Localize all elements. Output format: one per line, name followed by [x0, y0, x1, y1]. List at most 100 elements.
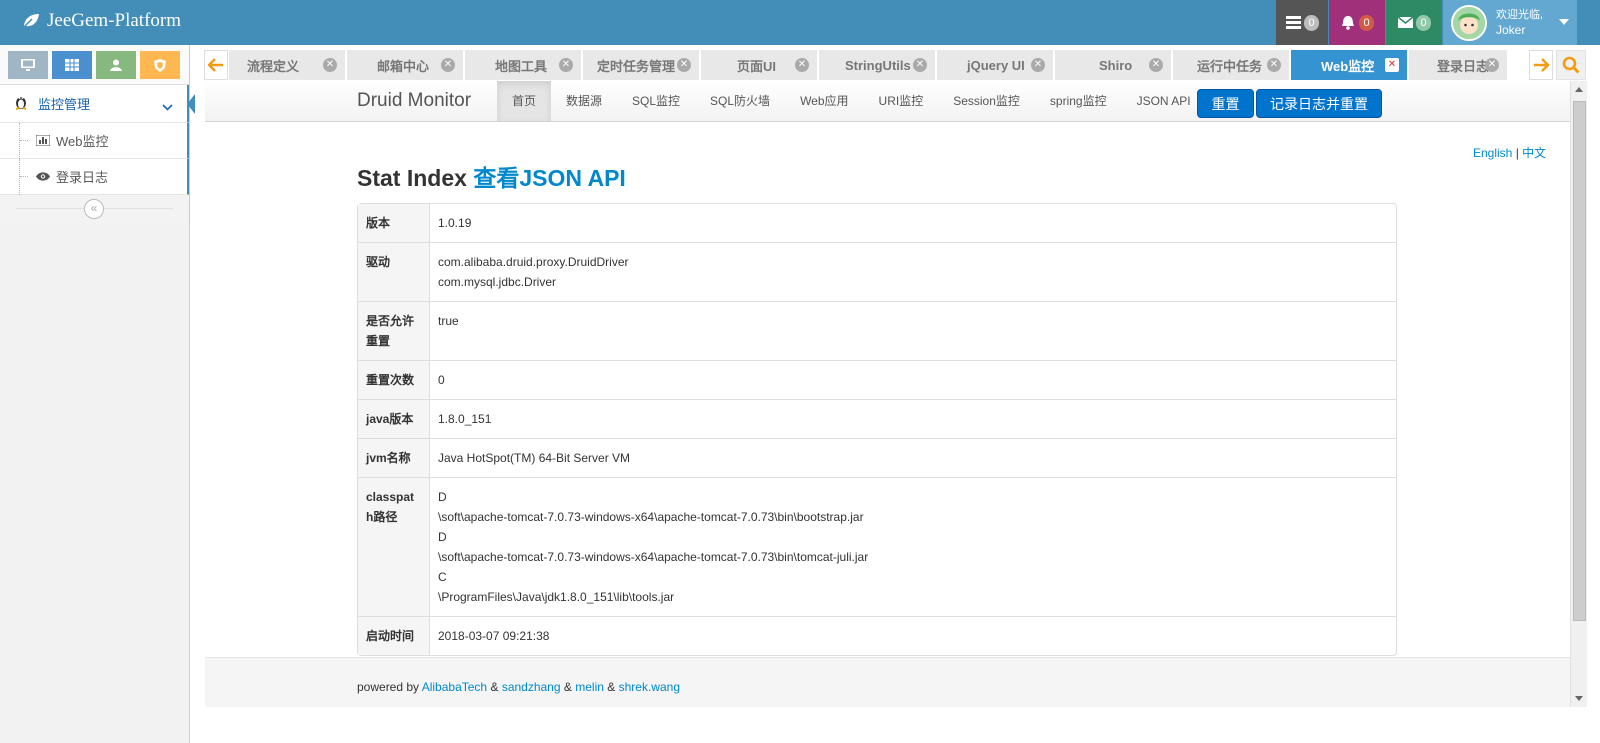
envelope-icon: [1397, 15, 1413, 31]
tab-scheduled-jobs[interactable]: 定时任务管理 ✕: [583, 50, 701, 80]
value-line: 1.8.0_151: [438, 412, 492, 426]
close-icon[interactable]: ✕: [1485, 58, 1499, 72]
tab-running-tasks[interactable]: 运行中任务 ✕: [1173, 50, 1291, 80]
footer-link-shrek[interactable]: shrek.wang: [619, 680, 680, 694]
shortcut-desktop-button[interactable]: [8, 51, 48, 79]
value-line: \soft\apache-tomcat-7.0.73-windows-x64\a…: [438, 550, 869, 564]
footer-link-melin[interactable]: melin: [575, 680, 604, 694]
druid-brand[interactable]: Druid Monitor: [357, 90, 471, 112]
nav-uri-monitor[interactable]: URI监控: [864, 81, 939, 121]
messages-button[interactable]: 0: [1386, 0, 1442, 45]
value-line: true: [438, 314, 459, 328]
desktop-icon: [21, 59, 35, 71]
sidebar-item-web-monitor[interactable]: Web监控: [0, 123, 189, 159]
grid-icon: [65, 59, 79, 71]
scroll-up-icon[interactable]: [1575, 87, 1583, 92]
vertical-scrollbar[interactable]: [1570, 81, 1587, 707]
tab-page-ui[interactable]: 页面UI ✕: [701, 50, 819, 80]
close-icon[interactable]: ✕: [913, 58, 927, 72]
shortcut-user-button[interactable]: [96, 51, 136, 79]
row-value: D \soft\apache-tomcat-7.0.73-windows-x64…: [430, 477, 1396, 616]
nav-sql-monitor[interactable]: SQL监控: [617, 81, 695, 121]
lang-chinese-link[interactable]: 中文: [1522, 146, 1546, 160]
tab-scroll-right-button[interactable]: [1529, 50, 1553, 80]
nav-sql-firewall[interactable]: SQL防火墙: [695, 81, 785, 121]
scroll-down-icon[interactable]: [1575, 696, 1583, 701]
close-icon[interactable]: ✕: [441, 58, 455, 72]
sidebar-item-label: 登录日志: [56, 170, 109, 185]
nav-web-app[interactable]: Web应用: [785, 81, 863, 121]
row-value: 1.0.19: [430, 204, 1396, 242]
tab-bar: 流程定义 ✕ 邮箱中心 ✕ 地图工具 ✕ 定时任务管理 ✕ 页面UI ✕ StringUt…: [204, 50, 1600, 80]
druid-footer: powered by AlibabaTech & sandzhang & mel…: [205, 657, 1570, 707]
leaf-icon: [22, 14, 39, 29]
close-icon[interactable]: ✕: [323, 58, 337, 72]
value-line: 1.0.19: [438, 216, 472, 230]
tab-process-definition[interactable]: 流程定义 ✕: [229, 50, 347, 80]
row-value: 2018-03-07 09:21:38: [430, 616, 1396, 655]
sidebar-item-login-log[interactable]: 登录日志: [0, 159, 189, 195]
shortcut-grid-button[interactable]: [52, 51, 92, 79]
nav-home[interactable]: 首页: [497, 81, 552, 121]
close-icon[interactable]: ✕: [1385, 58, 1399, 72]
tab-map-tools[interactable]: 地图工具 ✕: [465, 50, 583, 80]
user-icon: [110, 59, 122, 71]
row-value: 1.8.0_151: [430, 399, 1396, 438]
close-icon[interactable]: ✕: [1267, 58, 1281, 72]
tab-mail-center[interactable]: 邮箱中心 ✕: [347, 50, 465, 80]
sidebar-menu-monitor[interactable]: 监控管理: [0, 85, 195, 123]
close-icon[interactable]: ✕: [795, 58, 809, 72]
app-brand[interactable]: JeeGem-Platform: [22, 10, 181, 32]
value-line: \ProgramFiles\Java\jdk1.8.0_151\lib\tool…: [438, 590, 675, 604]
separator: &: [490, 680, 499, 694]
json-api-link[interactable]: 查看JSON API: [473, 165, 626, 191]
top-navbar: JeeGem-Platform 0 0 0 欢迎光临, Joker: [0, 0, 1600, 45]
footer-link-sandzhang[interactable]: sandzhang: [502, 680, 561, 694]
shortcut-shield-button[interactable]: [140, 51, 180, 79]
nav-spring-monitor[interactable]: spring监控: [1035, 81, 1122, 121]
nav-datasource[interactable]: 数据源: [551, 81, 617, 121]
close-icon[interactable]: ✕: [559, 58, 573, 72]
tree-line: [19, 123, 20, 159]
tasks-button[interactable]: 0: [1276, 0, 1328, 45]
table-row: 驱动 com.alibaba.druid.proxy.DruidDriver com…: [358, 242, 1396, 301]
double-chevron-left-icon[interactable]: «: [84, 199, 104, 219]
user-menu[interactable]: 欢迎光临, Joker: [1443, 0, 1577, 45]
close-icon[interactable]: ✕: [1031, 58, 1045, 72]
nav-json-api[interactable]: JSON API: [1122, 81, 1206, 121]
caret-down-icon: [1559, 19, 1569, 25]
lang-english-link[interactable]: English: [1473, 146, 1512, 160]
row-value: 0: [430, 360, 1396, 399]
tab-search-button[interactable]: [1556, 50, 1586, 80]
footer-link-alibabatech[interactable]: AlibabaTech: [422, 680, 487, 694]
tab-jquery-ui[interactable]: jQuery UI ✕: [937, 50, 1055, 80]
value-line: com.alibaba.druid.proxy.DruidDriver: [438, 255, 629, 269]
close-icon[interactable]: ✕: [677, 58, 691, 72]
table-row: 版本 1.0.19: [358, 204, 1396, 242]
table-row: classpath路径 D \soft\apache-tomcat-7.0.73…: [358, 477, 1396, 616]
nav-session-monitor[interactable]: Session监控: [938, 81, 1035, 121]
user-name: Joker: [1496, 22, 1526, 37]
tasks-count-badge: 0: [1304, 14, 1319, 31]
user-greeting: 欢迎光临,: [1496, 8, 1544, 21]
row-key: 是否允许重置: [358, 301, 430, 360]
scrollbar-thumb[interactable]: [1573, 101, 1586, 621]
tab-label: StringUtils: [845, 57, 911, 73]
arrow-left-icon: [208, 58, 223, 72]
tab-label: 运行中任务: [1197, 58, 1263, 74]
notifications-count-badge: 0: [1359, 14, 1374, 31]
log-and-reset-button[interactable]: 记录日志并重置: [1256, 89, 1382, 118]
tab-scroll-left-button[interactable]: [204, 50, 228, 80]
tab-login-log[interactable]: 登录日志 ✕: [1409, 50, 1509, 80]
close-icon[interactable]: ✕: [1149, 58, 1163, 72]
notifications-button[interactable]: 0: [1329, 0, 1385, 45]
powered-by-label: powered by: [357, 680, 420, 694]
table-row: 启动时间 2018-03-07 09:21:38: [358, 616, 1396, 655]
tab-stringutils[interactable]: StringUtils ✕: [819, 50, 937, 80]
tab-shiro[interactable]: Shiro ✕: [1055, 50, 1173, 80]
reset-button[interactable]: 重置: [1197, 89, 1254, 118]
page-title: Stat Index 查看JSON API: [357, 159, 626, 193]
row-key: classpath路径: [358, 477, 430, 616]
separator: &: [607, 680, 616, 694]
tab-web-monitor[interactable]: Web监控 ✕: [1291, 50, 1409, 80]
